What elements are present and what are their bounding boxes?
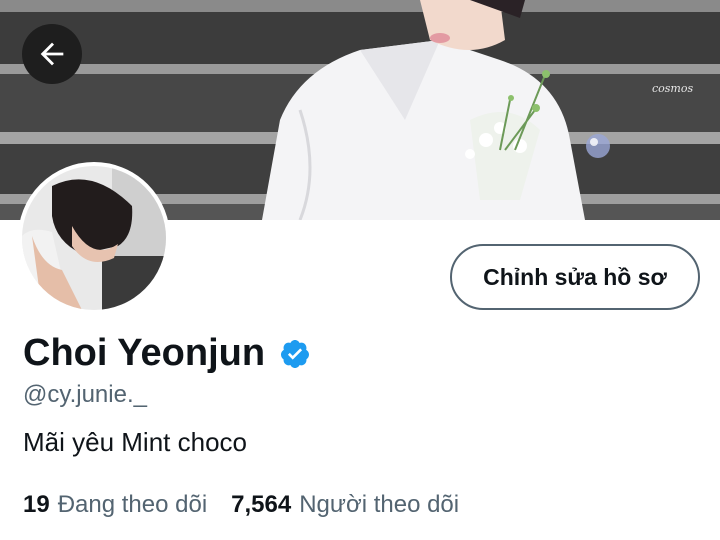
followers-stat[interactable]: 7,564 Người theo dõi — [231, 491, 459, 519]
arrow-left-icon — [40, 42, 64, 66]
back-button[interactable] — [22, 24, 82, 84]
profile-avatar[interactable] — [18, 162, 170, 314]
display-name: Choi Yeonjun — [23, 332, 266, 374]
profile-handle: @cy.junie._ — [23, 381, 147, 408]
edit-profile-button[interactable]: Chỉnh sửa hồ sơ — [450, 244, 700, 310]
following-stat[interactable]: 19 Đang theo dõi — [23, 491, 207, 519]
profile-bio: Mãi yêu Mint choco — [23, 427, 247, 457]
profile-name-row: Choi Yeonjun — [23, 332, 311, 375]
following-label: Đang theo dõi — [57, 491, 208, 518]
followers-count: 7,564 — [231, 491, 292, 518]
watermark-text: cosmos — [652, 82, 694, 95]
follow-stats: 19 Đang theo dõi 7,564 Người theo dõi — [23, 491, 459, 519]
avatar-photo — [22, 166, 166, 310]
followers-label: Người theo dõi — [299, 491, 460, 518]
following-count: 19 — [23, 491, 50, 518]
verified-badge-icon[interactable] — [279, 338, 311, 370]
